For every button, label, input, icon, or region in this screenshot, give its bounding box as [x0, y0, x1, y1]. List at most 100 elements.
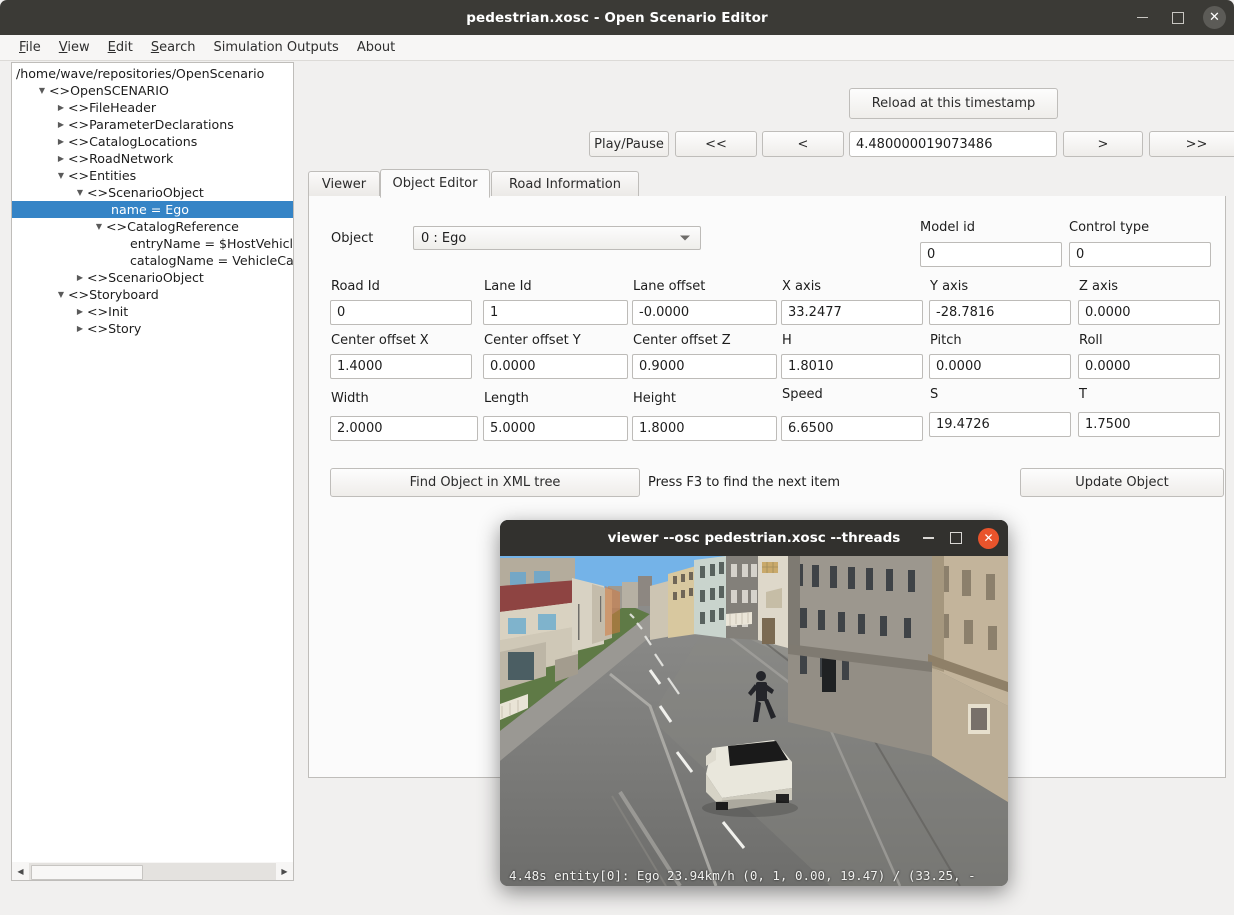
forward-fast-button[interactable]: >> [1149, 131, 1234, 157]
triangle-left-icon[interactable]: ◀ [12, 863, 29, 880]
twisty-collapsed-icon[interactable] [54, 133, 68, 150]
reload-at-timestamp-button[interactable]: Reload at this timestamp [849, 88, 1058, 119]
heading-input[interactable]: 1.8010 [781, 354, 923, 379]
xml-tree-list: /home/wave/repositories/OpenScenario<> O… [12, 63, 293, 337]
x-axis-input[interactable]: 33.2477 [781, 300, 923, 325]
twisty-collapsed-icon[interactable] [54, 150, 68, 167]
tree-node[interactable]: <> OpenSCENARIO [12, 82, 293, 99]
twisty-expanded-icon[interactable] [54, 167, 68, 184]
twisty-collapsed-icon[interactable] [73, 320, 87, 337]
menu-item-about[interactable]: About [348, 38, 404, 57]
timestamp-input[interactable]: 4.480000019073486 [849, 131, 1057, 157]
menu-item-edit[interactable]: Edit [99, 38, 142, 57]
maximize-icon[interactable] [950, 532, 962, 544]
tree-node[interactable]: <> FileHeader [12, 99, 293, 116]
close-icon[interactable]: ✕ [978, 528, 999, 549]
update-object-button[interactable]: Update Object [1020, 468, 1224, 497]
center-offset-y-input[interactable]: 0.0000 [483, 354, 628, 379]
rewind-step-button[interactable]: < [762, 131, 844, 157]
twisty-expanded-icon[interactable] [92, 218, 106, 235]
speed-input[interactable]: 6.6500 [781, 416, 923, 441]
tree-node[interactable]: <> ParameterDeclarations [12, 116, 293, 133]
tree-node[interactable]: <> Entities [12, 167, 293, 184]
center-offset-x-input[interactable]: 1.4000 [330, 354, 472, 379]
menu-item-file[interactable]: File [10, 38, 50, 57]
pitch-label: Pitch [930, 333, 962, 348]
tree-node[interactable]: <> ScenarioObject [12, 269, 293, 286]
scrollbar-thumb[interactable] [31, 865, 143, 880]
t-input[interactable]: 1.7500 [1078, 412, 1220, 437]
play-pause-button[interactable]: Play/Pause [589, 131, 669, 157]
find-object-in-xml-tree-button[interactable]: Find Object in XML tree [330, 468, 640, 497]
twisty-collapsed-icon[interactable] [73, 269, 87, 286]
tree-node[interactable]: <> Story [12, 320, 293, 337]
y-axis-input[interactable]: -28.7816 [929, 300, 1071, 325]
twisty-expanded-icon[interactable] [35, 82, 49, 99]
model-id-input[interactable]: 0 [920, 242, 1062, 267]
tab-viewer[interactable]: Viewer [308, 171, 380, 197]
control-type-label: Control type [1069, 220, 1149, 235]
forward-step-button[interactable]: > [1063, 131, 1143, 157]
z-axis-label: Z axis [1079, 279, 1118, 294]
lane-id-input[interactable]: 1 [483, 300, 628, 325]
center-offset-z-input[interactable]: 0.9000 [632, 354, 777, 379]
find-hint-text: Press F3 to find the next item [648, 475, 840, 490]
length-input[interactable]: 5.0000 [483, 416, 628, 441]
tree-node[interactable]: /home/wave/repositories/OpenScenario [12, 65, 293, 82]
menu-item-view[interactable]: View [50, 38, 99, 57]
twisty-expanded-icon[interactable] [54, 286, 68, 303]
maximize-icon[interactable] [1167, 7, 1189, 29]
lane-id-label: Lane Id [484, 279, 532, 294]
s-label: S [930, 387, 938, 402]
control-type-input[interactable]: 0 [1069, 242, 1211, 267]
tree-node[interactable]: name = Ego [12, 201, 293, 218]
close-icon[interactable]: ✕ [1203, 6, 1226, 29]
minimize-icon[interactable] [1131, 7, 1153, 29]
simulation-3d-viewport[interactable]: 4.48s entity[0]: Ego 23.94km/h (0, 1, 0.… [500, 556, 1008, 886]
pitch-input[interactable]: 0.0000 [929, 354, 1071, 379]
tab-road-information[interactable]: Road Information [491, 171, 639, 197]
menu-item-simulation-outputs[interactable]: Simulation Outputs [205, 38, 348, 57]
width-input[interactable]: 2.0000 [330, 416, 478, 441]
tree-node[interactable]: <> CatalogLocations [12, 133, 293, 150]
tree-horizontal-scrollbar[interactable]: ◀ ▶ [11, 862, 294, 881]
tabstrip: Viewer Object Editor Road Information [308, 169, 1226, 197]
z-axis-input[interactable]: 0.0000 [1078, 300, 1220, 325]
xml-tag-icon: <> [68, 150, 89, 167]
lane-offset-input[interactable]: -0.0000 [632, 300, 777, 325]
y-axis-label: Y axis [930, 279, 968, 294]
height-input[interactable]: 1.8000 [632, 416, 777, 441]
roll-input[interactable]: 0.0000 [1078, 354, 1220, 379]
tree-node[interactable]: entryName = $HostVehicl [12, 235, 293, 252]
object-select[interactable]: 0 : Ego [413, 226, 701, 250]
t-label: T [1079, 387, 1087, 402]
minimize-icon[interactable] [923, 537, 934, 539]
tree-node[interactable]: <> CatalogReference [12, 218, 293, 235]
menu-item-search[interactable]: Search [142, 38, 205, 57]
tree-node[interactable]: <> Storyboard [12, 286, 293, 303]
model-id-label: Model id [920, 220, 975, 235]
lane-offset-label: Lane offset [633, 279, 705, 294]
rewind-fast-button[interactable]: << [675, 131, 757, 157]
tree-node[interactable]: <> RoadNetwork [12, 150, 293, 167]
viewer-window[interactable]: viewer --osc pedestrian.xosc --threads ✕ [500, 520, 1008, 886]
scrollbar-track[interactable] [29, 863, 276, 880]
tree-node[interactable]: <> Init [12, 303, 293, 320]
triangle-right-icon[interactable]: ▶ [276, 863, 293, 880]
twisty-collapsed-icon[interactable] [54, 116, 68, 133]
tree-node-label: ParameterDeclarations [89, 116, 234, 133]
xml-tree-panel[interactable]: /home/wave/repositories/OpenScenario<> O… [11, 62, 294, 865]
tree-node-label: RoadNetwork [89, 150, 173, 167]
tree-node[interactable]: catalogName = VehicleCa [12, 252, 293, 269]
road-id-input[interactable]: 0 [330, 300, 472, 325]
twisty-expanded-icon[interactable] [73, 184, 87, 201]
twisty-collapsed-icon[interactable] [54, 99, 68, 116]
tab-object-editor[interactable]: Object Editor [380, 169, 490, 198]
viewer-window-title: viewer --osc pedestrian.xosc --threads [608, 530, 901, 546]
menubar: File View Edit Search Simulation Outputs… [0, 35, 1234, 61]
tree-node-label: OpenSCENARIO [70, 82, 169, 99]
twisty-collapsed-icon[interactable] [73, 303, 87, 320]
s-input[interactable]: 19.4726 [929, 412, 1071, 437]
tree-node[interactable]: <> ScenarioObject [12, 184, 293, 201]
center-offset-x-label: Center offset X [331, 333, 429, 348]
